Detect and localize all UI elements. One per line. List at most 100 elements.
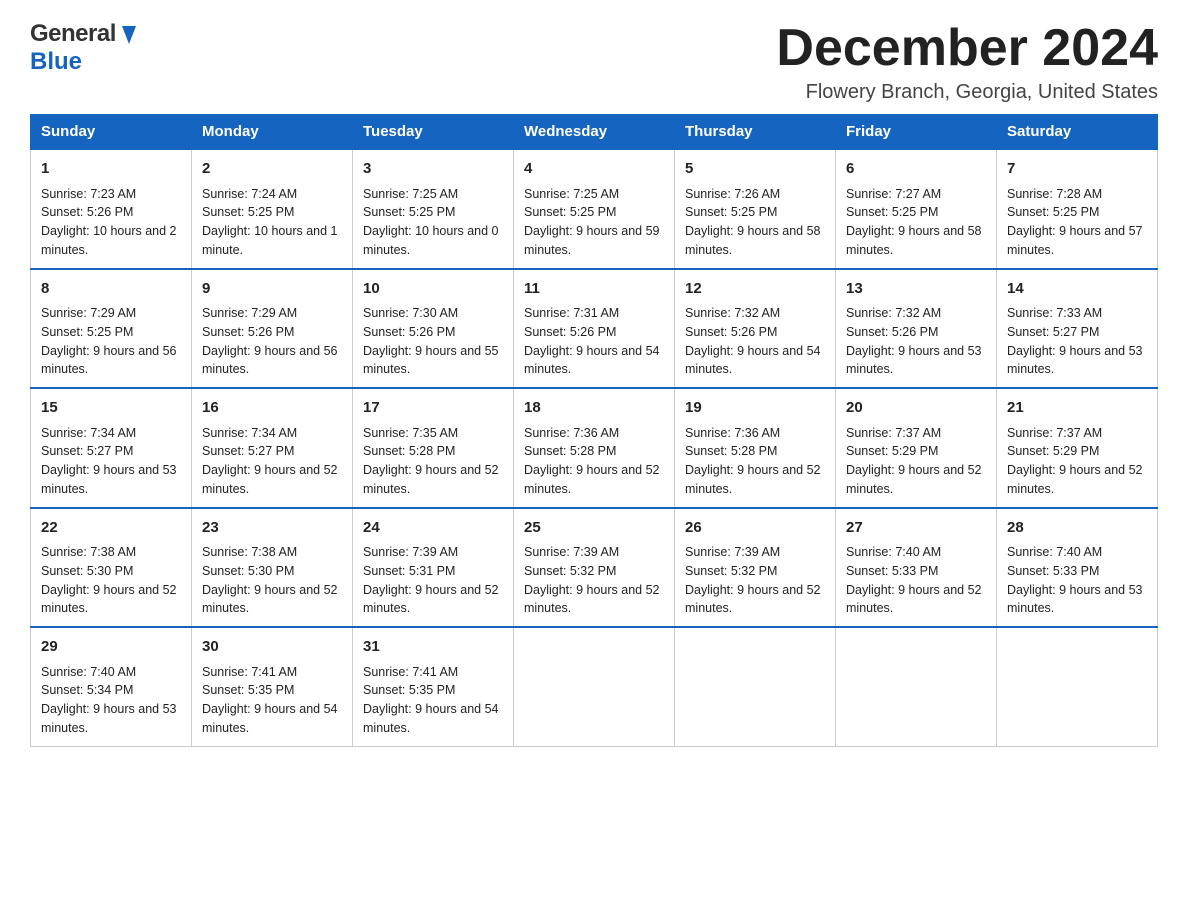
day-number: 23 bbox=[202, 517, 342, 540]
day-number: 11 bbox=[524, 278, 664, 301]
day-info: Sunrise: 7:26 AMSunset: 5:25 PMDaylight:… bbox=[685, 185, 825, 260]
week-row-3: 15 Sunrise: 7:34 AMSunset: 5:27 PMDayligh… bbox=[31, 388, 1158, 508]
weekday-header-monday: Monday bbox=[192, 115, 353, 150]
weekday-header-row: SundayMondayTuesdayWednesdayThursdayFrid… bbox=[31, 115, 1158, 150]
calendar-cell: 22 Sunrise: 7:38 AMSunset: 5:30 PMDayligh… bbox=[31, 508, 192, 628]
calendar-cell: 3 Sunrise: 7:25 AMSunset: 5:25 PMDaylight… bbox=[353, 149, 514, 269]
day-info: Sunrise: 7:37 AMSunset: 5:29 PMDaylight:… bbox=[846, 424, 986, 499]
calendar-cell: 20 Sunrise: 7:37 AMSunset: 5:29 PMDayligh… bbox=[836, 388, 997, 508]
day-number: 14 bbox=[1007, 278, 1147, 301]
logo-arrow-icon bbox=[118, 24, 140, 46]
day-info: Sunrise: 7:25 AMSunset: 5:25 PMDaylight:… bbox=[363, 185, 503, 260]
title-section: December 2024 Flowery Branch, Georgia, U… bbox=[776, 20, 1158, 104]
day-info: Sunrise: 7:39 AMSunset: 5:32 PMDaylight:… bbox=[685, 543, 825, 618]
weekday-header-wednesday: Wednesday bbox=[514, 115, 675, 150]
day-info: Sunrise: 7:29 AMSunset: 5:25 PMDaylight:… bbox=[41, 304, 181, 379]
calendar-cell: 8 Sunrise: 7:29 AMSunset: 5:25 PMDaylight… bbox=[31, 269, 192, 389]
calendar-cell: 19Sunrise: 7:36 AMSunset: 5:28 PMDayligh… bbox=[675, 388, 836, 508]
calendar-cell: 12Sunrise: 7:32 AMSunset: 5:26 PMDayligh… bbox=[675, 269, 836, 389]
logo: General Blue bbox=[30, 20, 140, 76]
day-number: 1 bbox=[41, 158, 181, 181]
day-number: 26 bbox=[685, 517, 825, 540]
day-number: 6 bbox=[846, 158, 986, 181]
calendar-cell: 28 Sunrise: 7:40 AMSunset: 5:33 PMDayligh… bbox=[997, 508, 1158, 628]
calendar-cell bbox=[997, 627, 1158, 746]
week-row-2: 8 Sunrise: 7:29 AMSunset: 5:25 PMDaylight… bbox=[31, 269, 1158, 389]
calendar-cell: 2Sunrise: 7:24 AMSunset: 5:25 PMDaylight… bbox=[192, 149, 353, 269]
day-number: 31 bbox=[363, 636, 503, 659]
day-info: Sunrise: 7:38 AMSunset: 5:30 PMDaylight:… bbox=[41, 543, 181, 618]
weekday-header-saturday: Saturday bbox=[997, 115, 1158, 150]
day-number: 4 bbox=[524, 158, 664, 181]
location-text: Flowery Branch, Georgia, United States bbox=[776, 81, 1158, 104]
day-number: 24 bbox=[363, 517, 503, 540]
day-number: 25 bbox=[524, 517, 664, 540]
calendar-cell: 7Sunrise: 7:28 AMSunset: 5:25 PMDaylight… bbox=[997, 149, 1158, 269]
day-info: Sunrise: 7:30 AMSunset: 5:26 PMDaylight:… bbox=[363, 304, 503, 379]
day-number: 3 bbox=[363, 158, 503, 181]
day-info: Sunrise: 7:40 AMSunset: 5:34 PMDaylight:… bbox=[41, 663, 181, 738]
calendar-cell: 13 Sunrise: 7:32 AMSunset: 5:26 PMDayligh… bbox=[836, 269, 997, 389]
day-number: 7 bbox=[1007, 158, 1147, 181]
calendar-cell: 27Sunrise: 7:40 AMSunset: 5:33 PMDayligh… bbox=[836, 508, 997, 628]
calendar-table: SundayMondayTuesdayWednesdayThursdayFrid… bbox=[30, 114, 1158, 747]
calendar-cell: 4 Sunrise: 7:25 AMSunset: 5:25 PMDaylight… bbox=[514, 149, 675, 269]
day-number: 16 bbox=[202, 397, 342, 420]
calendar-cell: 21 Sunrise: 7:37 AMSunset: 5:29 PMDayligh… bbox=[997, 388, 1158, 508]
calendar-cell: 30 Sunrise: 7:41 AMSunset: 5:35 PMDayligh… bbox=[192, 627, 353, 746]
calendar-cell: 5 Sunrise: 7:26 AMSunset: 5:25 PMDaylight… bbox=[675, 149, 836, 269]
day-info: Sunrise: 7:32 AMSunset: 5:26 PMDaylight:… bbox=[846, 304, 986, 379]
day-info: Sunrise: 7:39 AMSunset: 5:31 PMDaylight:… bbox=[363, 543, 503, 618]
day-info: Sunrise: 7:41 AMSunset: 5:35 PMDaylight:… bbox=[202, 663, 342, 738]
week-row-1: 1Sunrise: 7:23 AMSunset: 5:26 PMDaylight… bbox=[31, 149, 1158, 269]
day-number: 8 bbox=[41, 278, 181, 301]
calendar-cell: 11 Sunrise: 7:31 AMSunset: 5:26 PMDayligh… bbox=[514, 269, 675, 389]
day-number: 28 bbox=[1007, 517, 1147, 540]
calendar-cell: 23Sunrise: 7:38 AMSunset: 5:30 PMDayligh… bbox=[192, 508, 353, 628]
day-info: Sunrise: 7:40 AMSunset: 5:33 PMDaylight:… bbox=[846, 543, 986, 618]
day-info: Sunrise: 7:37 AMSunset: 5:29 PMDaylight:… bbox=[1007, 424, 1147, 499]
calendar-cell: 17Sunrise: 7:35 AMSunset: 5:28 PMDayligh… bbox=[353, 388, 514, 508]
day-number: 5 bbox=[685, 158, 825, 181]
week-row-5: 29 Sunrise: 7:40 AMSunset: 5:34 PMDayligh… bbox=[31, 627, 1158, 746]
day-info: Sunrise: 7:36 AMSunset: 5:28 PMDaylight:… bbox=[524, 424, 664, 499]
day-number: 15 bbox=[41, 397, 181, 420]
calendar-cell: 9 Sunrise: 7:29 AMSunset: 5:26 PMDaylight… bbox=[192, 269, 353, 389]
day-number: 20 bbox=[846, 397, 986, 420]
day-number: 22 bbox=[41, 517, 181, 540]
day-number: 29 bbox=[41, 636, 181, 659]
day-info: Sunrise: 7:36 AMSunset: 5:28 PMDaylight:… bbox=[685, 424, 825, 499]
day-number: 13 bbox=[846, 278, 986, 301]
page-header: General Blue December 2024 Flowery Branc… bbox=[30, 20, 1158, 104]
calendar-cell: 16Sunrise: 7:34 AMSunset: 5:27 PMDayligh… bbox=[192, 388, 353, 508]
day-number: 10 bbox=[363, 278, 503, 301]
day-number: 21 bbox=[1007, 397, 1147, 420]
day-info: Sunrise: 7:27 AMSunset: 5:25 PMDaylight:… bbox=[846, 185, 986, 260]
calendar-cell: 1Sunrise: 7:23 AMSunset: 5:26 PMDaylight… bbox=[31, 149, 192, 269]
calendar-cell: 24 Sunrise: 7:39 AMSunset: 5:31 PMDayligh… bbox=[353, 508, 514, 628]
logo-blue-text: Blue bbox=[30, 48, 82, 75]
calendar-cell: 18 Sunrise: 7:36 AMSunset: 5:28 PMDayligh… bbox=[514, 388, 675, 508]
calendar-cell bbox=[836, 627, 997, 746]
day-info: Sunrise: 7:25 AMSunset: 5:25 PMDaylight:… bbox=[524, 185, 664, 260]
day-number: 12 bbox=[685, 278, 825, 301]
day-info: Sunrise: 7:41 AMSunset: 5:35 PMDaylight:… bbox=[363, 663, 503, 738]
month-title: December 2024 bbox=[776, 20, 1158, 77]
logo-general-text: General bbox=[30, 20, 116, 48]
day-number: 9 bbox=[202, 278, 342, 301]
calendar-cell: 14Sunrise: 7:33 AMSunset: 5:27 PMDayligh… bbox=[997, 269, 1158, 389]
calendar-cell: 25Sunrise: 7:39 AMSunset: 5:32 PMDayligh… bbox=[514, 508, 675, 628]
day-info: Sunrise: 7:31 AMSunset: 5:26 PMDaylight:… bbox=[524, 304, 664, 379]
day-info: Sunrise: 7:29 AMSunset: 5:26 PMDaylight:… bbox=[202, 304, 342, 379]
weekday-header-friday: Friday bbox=[836, 115, 997, 150]
calendar-cell: 29 Sunrise: 7:40 AMSunset: 5:34 PMDayligh… bbox=[31, 627, 192, 746]
calendar-cell bbox=[514, 627, 675, 746]
day-number: 30 bbox=[202, 636, 342, 659]
day-info: Sunrise: 7:40 AMSunset: 5:33 PMDaylight:… bbox=[1007, 543, 1147, 618]
calendar-cell: 15 Sunrise: 7:34 AMSunset: 5:27 PMDayligh… bbox=[31, 388, 192, 508]
calendar-cell: 10 Sunrise: 7:30 AMSunset: 5:26 PMDayligh… bbox=[353, 269, 514, 389]
day-number: 18 bbox=[524, 397, 664, 420]
day-number: 2 bbox=[202, 158, 342, 181]
day-info: Sunrise: 7:34 AMSunset: 5:27 PMDaylight:… bbox=[41, 424, 181, 499]
weekday-header-tuesday: Tuesday bbox=[353, 115, 514, 150]
